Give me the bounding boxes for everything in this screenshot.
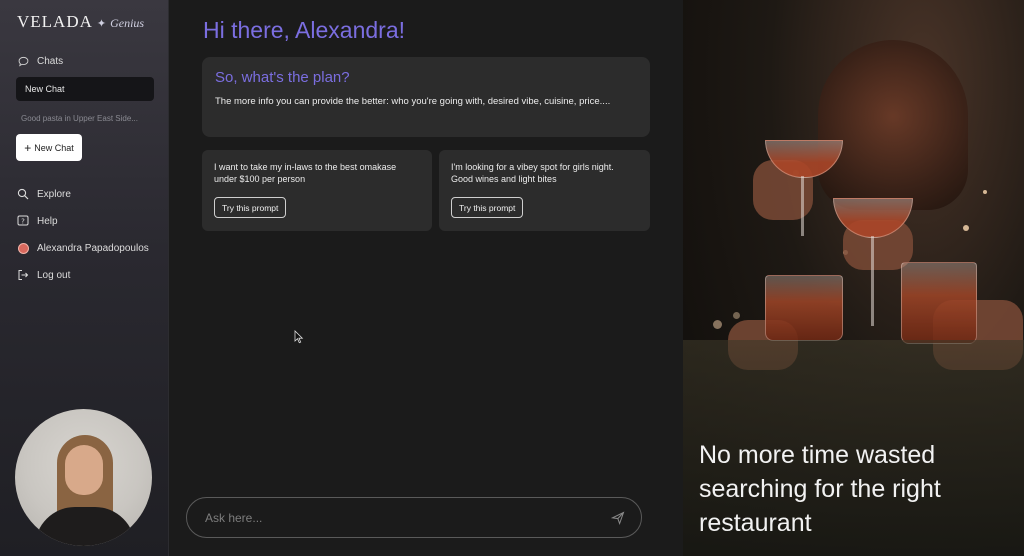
chats-label: Chats: [37, 55, 64, 67]
plus-icon: +: [24, 140, 32, 155]
sidebar-item-help[interactable]: ? Help: [17, 215, 58, 227]
prompt-card: I want to take my in-laws to the best om…: [202, 150, 432, 231]
sparkle-icon: ✦: [96, 18, 107, 30]
chat-main: Hi there, Alexandra! So, what's the plan…: [169, 0, 683, 556]
try-prompt-button[interactable]: Try this prompt: [214, 197, 287, 218]
prompt-text: I want to take my in-laws to the best om…: [214, 162, 397, 184]
prompt-card: I'm looking for a vibey spot for girls n…: [439, 150, 650, 231]
recent-chat-item[interactable]: Good pasta in Upper East Side...: [21, 114, 138, 123]
brand-sub: Genius: [110, 16, 145, 30]
new-chat-item[interactable]: New Chat: [16, 77, 154, 101]
hero-image: No more time wasted searching for the ri…: [683, 0, 1024, 556]
webcam-video-overlay: [15, 409, 152, 546]
help-icon: ?: [17, 215, 29, 227]
mouse-cursor-icon: [294, 330, 304, 349]
sidebar-item-logout[interactable]: Log out: [17, 269, 70, 281]
ask-input[interactable]: [203, 509, 611, 526]
sidebar-item-label: Log out: [37, 269, 71, 281]
chat-bubble-icon: [17, 55, 29, 67]
brand-logo[interactable]: VELADA ✦ Genius: [17, 12, 144, 32]
svg-text:?: ?: [21, 217, 25, 225]
plan-title: So, what's the plan?: [215, 69, 350, 86]
hero-tagline: No more time wasted searching for the ri…: [699, 441, 941, 537]
sidebar-item-explore[interactable]: Explore: [17, 188, 71, 200]
ask-input-bar: [186, 497, 642, 538]
new-chat-button-label: New Chat: [34, 142, 74, 153]
chats-nav[interactable]: Chats: [17, 55, 63, 67]
plan-text: The more info you can provide the better…: [215, 96, 611, 107]
logout-icon: [17, 269, 29, 281]
sidebar-item-label: Help: [37, 215, 58, 227]
search-icon: [17, 188, 29, 200]
avatar: [17, 242, 29, 254]
new-chat-button[interactable]: + New Chat: [16, 134, 82, 161]
sidebar-item-label: Alexandra Papadopoulos: [37, 242, 149, 254]
sidebar-item-profile[interactable]: Alexandra Papadopoulos: [17, 242, 149, 254]
greeting-title: Hi there, Alexandra!: [203, 17, 406, 43]
send-icon[interactable]: [610, 511, 625, 525]
plan-card: So, what's the plan? The more info you c…: [202, 57, 650, 137]
try-prompt-button[interactable]: Try this prompt: [451, 197, 524, 218]
sidebar-item-label: Explore: [37, 188, 71, 200]
prompt-text: I'm looking for a vibey spot for girls n…: [451, 162, 614, 184]
brand-name: VELADA: [17, 12, 93, 31]
sidebar: VELADA ✦ Genius Chats New Chat Good past…: [0, 0, 169, 556]
